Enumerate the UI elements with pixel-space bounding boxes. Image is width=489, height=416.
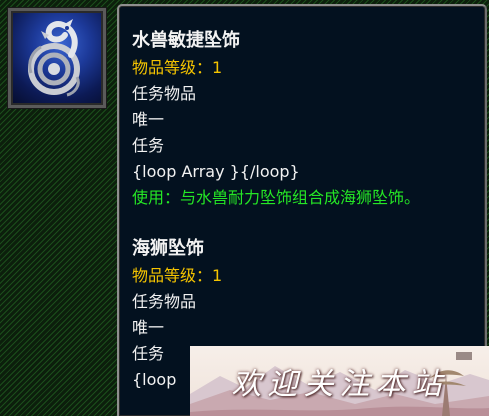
item-level: 物品等级：1 bbox=[132, 58, 223, 77]
banner-text: 欢迎关注本站 bbox=[231, 367, 448, 402]
item-level: 物品等级：1 bbox=[132, 266, 223, 285]
item-template-text: {loop Array }{/loop} bbox=[132, 162, 300, 181]
serpent-necklace-icon bbox=[28, 19, 80, 97]
item-use-effect: 使用：与水兽耐力坠饰组合成海狮坠饰。 bbox=[132, 188, 421, 207]
item-uniqueness: 唯一 bbox=[132, 318, 165, 337]
item-name: 海狮坠饰 bbox=[132, 238, 204, 259]
item-category: 任务 bbox=[132, 136, 165, 155]
item-uniqueness: 唯一 bbox=[132, 110, 165, 129]
item-icon-frame[interactable] bbox=[7, 7, 107, 109]
item-entry-1: 水兽敏捷坠饰 物品等级：1 任务物品 唯一 任务 {loop Array }{/… bbox=[132, 26, 482, 211]
item-type: 任务物品 bbox=[132, 292, 197, 311]
item-name: 水兽敏捷坠饰 bbox=[132, 30, 240, 51]
item-type: 任务物品 bbox=[132, 84, 197, 103]
watermark-banner: 欢迎关注本站 bbox=[190, 346, 489, 416]
